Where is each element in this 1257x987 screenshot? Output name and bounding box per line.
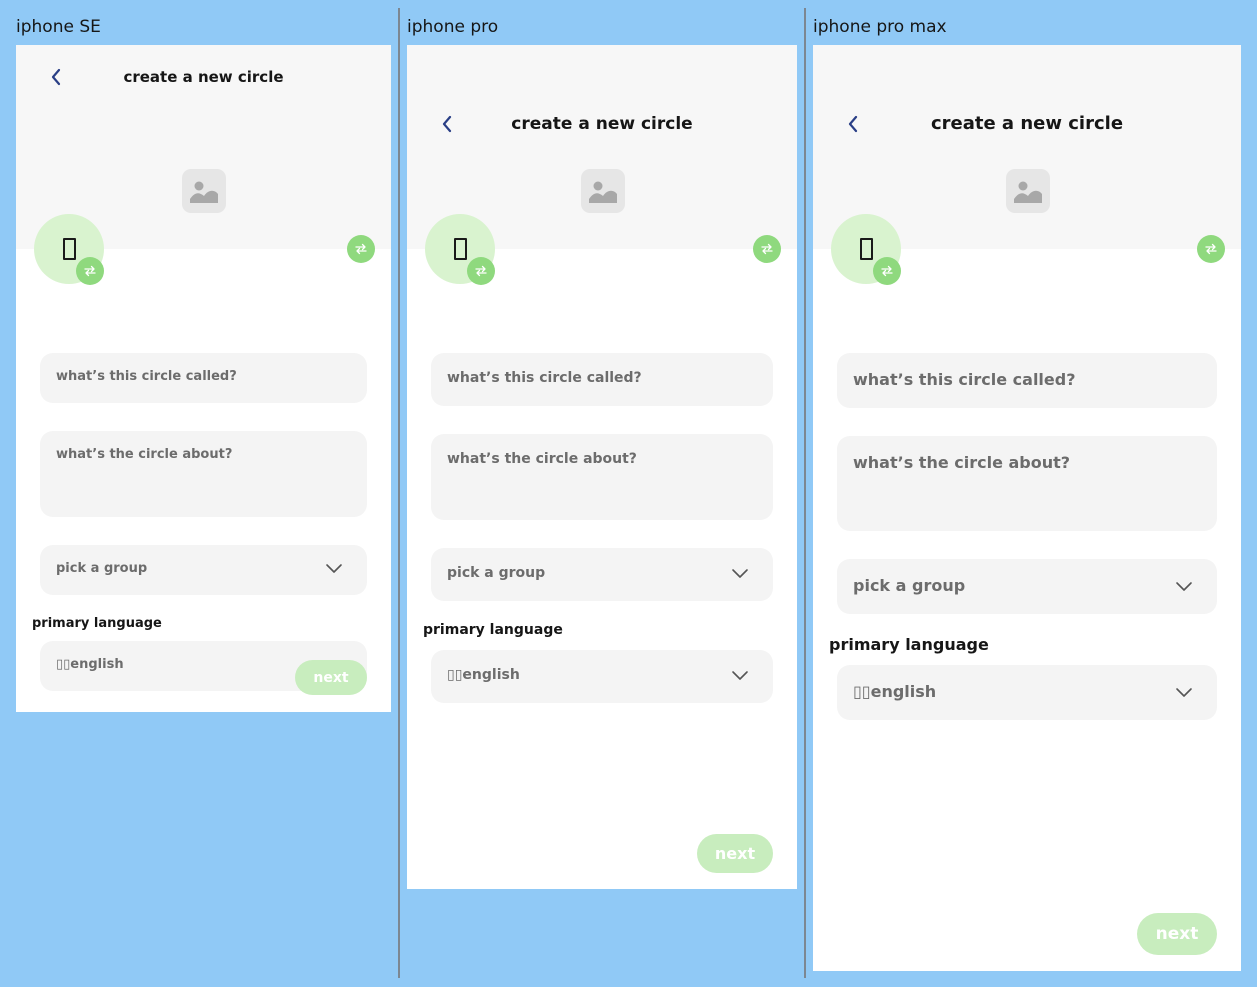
image-placeholder-icon[interactable]: [1006, 169, 1050, 213]
avatar-glyph-icon: [62, 238, 76, 260]
group-select[interactable]: pick a group: [431, 548, 773, 601]
page-title: create a new circle: [511, 114, 693, 134]
circle-about-placeholder: what’s the circle about?: [56, 447, 233, 462]
phone-screen-iphone-se: create a new circle what’s this circle c…: [16, 45, 391, 712]
next-button[interactable]: next: [697, 834, 773, 873]
language-select-value: ▯▯english: [447, 667, 520, 683]
avatar-swap-button[interactable]: [873, 257, 901, 285]
circle-about-placeholder: what’s the circle about?: [447, 451, 637, 467]
frame-label-iphone-pro-max: iphone pro max: [813, 17, 947, 37]
image-placeholder-icon[interactable]: [581, 169, 625, 213]
circle-about-textarea[interactable]: what’s the circle about?: [431, 434, 773, 520]
group-select[interactable]: pick a group: [40, 545, 367, 595]
chevron-down-icon: [1176, 582, 1192, 591]
language-select-value: ▯▯english: [853, 682, 937, 701]
cover-swap-button[interactable]: [1197, 235, 1225, 263]
avatar-glyph-icon: [859, 238, 873, 260]
circle-name-placeholder: what’s this circle called?: [447, 370, 642, 386]
chevron-down-icon: [326, 564, 342, 573]
swap-arrows-icon: [355, 243, 367, 255]
cover-swap-button[interactable]: [347, 235, 375, 263]
circle-name-placeholder: what’s this circle called?: [56, 369, 237, 384]
swap-arrows-icon: [84, 265, 96, 277]
group-select-placeholder: pick a group: [447, 565, 546, 581]
circle-about-textarea[interactable]: what’s the circle about?: [837, 436, 1217, 531]
group-select-placeholder: pick a group: [56, 561, 148, 576]
group-select-placeholder: pick a group: [853, 576, 966, 595]
circle-name-input[interactable]: what’s this circle called?: [40, 353, 367, 403]
phone-screen-iphone-pro-max: create a new circle what’s this circle c…: [813, 45, 1241, 971]
primary-language-label: primary language: [829, 635, 989, 654]
avatar-swap-button[interactable]: [76, 257, 104, 285]
language-select[interactable]: ▯▯english: [431, 650, 773, 703]
primary-language-label: primary language: [423, 622, 563, 638]
next-button[interactable]: next: [1137, 913, 1217, 955]
image-placeholder-icon[interactable]: [182, 169, 226, 213]
cover-swap-button[interactable]: [753, 235, 781, 263]
swap-arrows-icon: [881, 265, 893, 277]
chevron-down-icon: [732, 569, 748, 578]
swap-arrows-icon: [761, 243, 773, 255]
circle-about-textarea[interactable]: what’s the circle about?: [40, 431, 367, 517]
frame-label-iphone-pro: iphone pro: [407, 17, 499, 37]
page-title: create a new circle: [123, 68, 284, 86]
frame-divider-1: [398, 8, 400, 978]
circle-name-placeholder: what’s this circle called?: [853, 370, 1076, 389]
language-select[interactable]: ▯▯english: [837, 665, 1217, 720]
next-button[interactable]: next: [295, 660, 367, 695]
swap-arrows-icon: [475, 265, 487, 277]
avatar-glyph-icon: [453, 238, 467, 260]
circle-name-input[interactable]: what’s this circle called?: [837, 353, 1217, 408]
frame-divider-2: [804, 8, 806, 978]
avatar-swap-button[interactable]: [467, 257, 495, 285]
chevron-down-icon: [732, 671, 748, 680]
page-title: create a new circle: [930, 113, 1124, 134]
primary-language-label: primary language: [32, 616, 162, 631]
chevron-down-icon: [1176, 688, 1192, 697]
circle-about-placeholder: what’s the circle about?: [853, 453, 1071, 472]
phone-screen-iphone-pro: create a new circle what’s this circle c…: [407, 45, 797, 889]
swap-arrows-icon: [1205, 243, 1217, 255]
circle-name-input[interactable]: what’s this circle called?: [431, 353, 773, 406]
group-select[interactable]: pick a group: [837, 559, 1217, 614]
language-select-value: ▯▯english: [56, 657, 124, 672]
frame-label-iphone-se: iphone SE: [16, 17, 101, 37]
